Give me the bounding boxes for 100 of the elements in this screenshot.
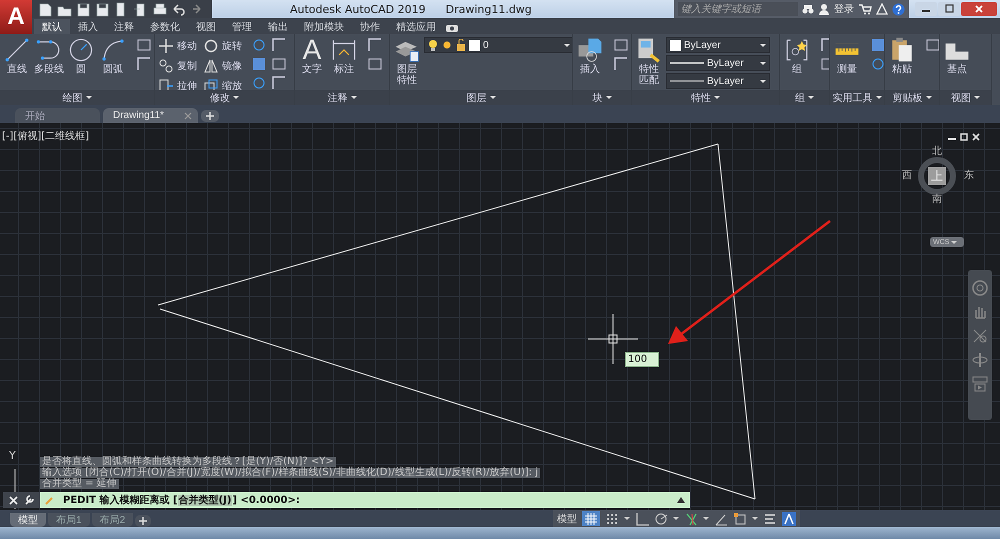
ribbon-tool-button[interactable]: 直线 [2,37,32,75]
viewport-controls-label[interactable]: [-][俯视][二维线框] [2,129,90,143]
property-dropdown[interactable]: ByLayer [666,73,770,89]
tool-icon[interactable] [136,56,152,72]
steering-wheel-icon[interactable] [972,280,988,296]
sign-in-link[interactable]: 登录 [834,2,854,16]
compass-direction[interactable]: 北 [932,147,942,157]
tool-icon[interactable] [613,56,629,72]
maximize-icon[interactable] [938,2,960,16]
property-dropdown[interactable]: ByLayer [666,37,770,53]
ribbon-tab[interactable]: 插入 [70,19,106,34]
ribbon-tool-button[interactable]: 移动 [157,37,198,55]
ribbon-tab[interactable]: 管理 [224,19,260,34]
ribbon-tab[interactable]: 协作 [352,19,388,34]
ribbon-tool-button[interactable]: 图层特性 [392,37,422,86]
tool-icon[interactable] [870,56,884,72]
annotation-scale-icon[interactable] [782,512,796,526]
panel-title-button[interactable]: 实用工具 [830,90,884,105]
ribbon-tool-button[interactable]: 特性匹配 [634,37,664,86]
command-option-link[interactable]: 合并类型(J) [178,495,232,506]
tool-icon[interactable] [251,37,267,53]
panel-title-button[interactable]: 组 [780,90,829,105]
search-field[interactable]: 键入关键字或短语 [678,2,798,16]
tool-icon[interactable] [251,75,267,90]
tool-icon[interactable] [613,37,629,53]
save-as-icon[interactable] [95,2,110,16]
object-snap-tracking-icon[interactable] [684,512,698,526]
cart-icon[interactable] [858,3,872,15]
property-dropdown[interactable]: ByLayer [666,55,770,71]
orbit-icon[interactable] [972,352,988,368]
panel-title-button[interactable]: 注释 [295,90,389,105]
print-icon[interactable] [152,2,167,16]
tool-icon[interactable] [925,37,939,53]
tool-icon[interactable] [271,56,287,72]
compass-direction[interactable]: 南 [932,195,942,205]
ribbon-tool-button[interactable]: A 文字 [297,37,327,75]
ribbon-tab[interactable]: 精选应用 [388,19,444,34]
ribbon-tool-button[interactable]: 组 [782,37,812,75]
wrench-icon[interactable] [24,495,34,505]
save-icon[interactable] [76,2,91,16]
ribbon-tool-button[interactable]: 测量 [832,37,862,75]
camera-icon[interactable] [444,22,460,34]
zoom-icon[interactable] [972,328,988,344]
panel-title-button[interactable]: 图层 [390,90,572,105]
tool-icon[interactable] [136,37,152,53]
ribbon-tab[interactable]: 默认 [34,19,70,34]
minimize-icon[interactable] [915,2,937,16]
dynamic-input-field[interactable]: 100 [625,352,659,367]
ribbon-tab[interactable]: 输出 [260,19,296,34]
help-icon[interactable] [892,2,905,16]
model-space-button[interactable]: 模型 [557,512,577,526]
compass-direction[interactable]: 西 [902,171,912,181]
ribbon-tool-button[interactable]: 插入 [575,37,605,75]
ribbon-tool-button[interactable]: 粘贴 [887,37,917,75]
snap-grid-icon[interactable] [605,512,619,526]
new-layout-button[interactable] [135,515,152,527]
panel-title-button[interactable]: 绘图 [0,90,154,105]
restore-icon[interactable] [960,133,968,141]
ortho-icon[interactable] [635,512,649,526]
ribbon-tool-button[interactable]: 复制 [157,57,198,75]
triangle-network-icon[interactable] [876,3,888,15]
file-tab[interactable]: 开始 [15,108,100,123]
ribbon-tab[interactable]: 参数化 [142,19,188,34]
panel-title-button[interactable]: 块 [573,90,631,105]
compass-direction[interactable]: 东 [964,171,974,181]
tool-icon[interactable] [367,56,383,72]
ribbon-tool-button[interactable]: 标注 [329,37,359,75]
ribbon-tool-button[interactable]: 多段线 [34,37,64,75]
ribbon-tab[interactable]: 视图 [188,19,224,34]
command-line-field[interactable]: PEDIT 输入模糊距离或 [合并类型(J)] <0.0000>: [40,492,690,508]
tool-icon[interactable] [870,37,884,53]
tool-icon[interactable] [367,37,383,53]
lineweight-icon[interactable] [763,512,777,526]
layout-tab[interactable]: 模型 [10,513,46,527]
ribbon-tool-button[interactable]: 圆弧 [98,37,128,75]
polar-tracking-icon[interactable] [654,512,668,526]
ribbon-tab[interactable]: 注释 [106,19,142,34]
ribbon-tool-button[interactable]: 旋转 [202,37,243,55]
new-tab-button[interactable] [201,110,219,122]
ribbon-tool-button[interactable]: 基点 [942,37,972,75]
scroll-up-icon[interactable] [677,497,685,503]
grid-toggle-button[interactable] [582,511,600,526]
tool-icon[interactable] [271,75,287,90]
panel-title-button[interactable]: 剪贴板 [885,90,939,105]
showmotion-icon[interactable] [972,376,988,392]
panel-title-button[interactable]: 修改 [155,90,294,105]
app-menu-button[interactable]: A [0,0,32,34]
ribbon-tool-button[interactable]: 圆 [66,37,96,75]
binoculars-icon[interactable] [802,3,814,15]
undo-icon[interactable] [171,2,185,16]
panel-title-button[interactable]: 视图 [940,90,991,105]
ribbon-tool-button[interactable]: 镜像 [202,57,243,75]
property-dropdown[interactable]: 0 [424,37,572,53]
tool-icon[interactable] [251,56,267,72]
tool-icon[interactable] [271,37,287,53]
ribbon-tab[interactable]: 附加模块 [296,19,352,34]
file-tab[interactable]: Drawing11* [103,108,198,123]
object-snap-icon[interactable] [733,512,747,526]
panel-title-button[interactable]: 特性 [632,90,779,105]
caret-icon [564,44,570,46]
